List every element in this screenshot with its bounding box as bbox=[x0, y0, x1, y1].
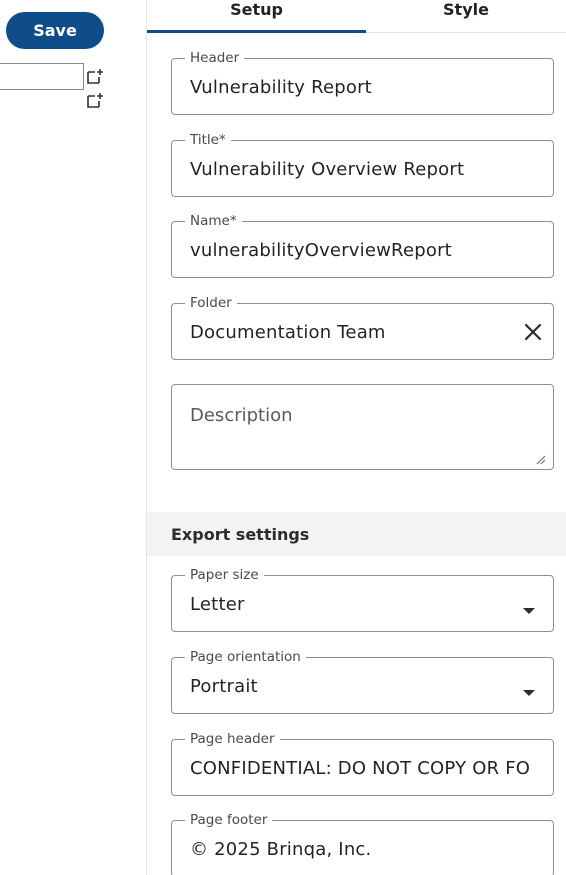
page-footer-input[interactable]: © 2025 Brinqa, Inc. bbox=[190, 838, 535, 862]
name-field[interactable]: Name* vulnerabilityOverviewReport bbox=[171, 213, 554, 278]
field-label: Paper size bbox=[185, 567, 264, 583]
tab-setup[interactable]: Setup bbox=[147, 0, 366, 33]
field-label: Page orientation bbox=[185, 649, 306, 665]
field-label: Page header bbox=[185, 731, 280, 747]
field-label: Folder bbox=[185, 295, 237, 311]
page-header-input[interactable]: CONFIDENTIAL: DO NOT COPY OR FO bbox=[190, 757, 535, 781]
tab-style[interactable]: Style bbox=[366, 0, 566, 33]
title-input[interactable]: Vulnerability Overview Report bbox=[190, 158, 535, 182]
title-field[interactable]: Title* Vulnerability Overview Report bbox=[171, 132, 554, 197]
field-label: Title* bbox=[185, 132, 231, 148]
tab-bar: Setup Style bbox=[147, 0, 566, 33]
folder-input[interactable]: Documentation Team bbox=[190, 321, 535, 345]
save-button[interactable]: Save bbox=[6, 12, 104, 49]
header-field[interactable]: Header Vulnerability Report bbox=[171, 50, 554, 115]
page-orientation-value[interactable]: Portrait bbox=[190, 675, 535, 699]
page-footer-field[interactable]: Page footer © 2025 Brinqa, Inc. bbox=[171, 812, 554, 875]
export-settings-header: Export settings bbox=[147, 512, 566, 556]
field-label: Name* bbox=[185, 213, 242, 229]
dropdown-arrow-icon[interactable] bbox=[523, 600, 535, 614]
folder-field[interactable]: Folder Documentation Team bbox=[171, 295, 554, 360]
page-header-field[interactable]: Page header CONFIDENTIAL: DO NOT COPY OR… bbox=[171, 731, 554, 796]
field-label: Page footer bbox=[185, 812, 273, 828]
left-input-box[interactable] bbox=[0, 63, 84, 90]
paper-size-select[interactable]: Paper size Letter bbox=[171, 567, 554, 632]
active-tab-indicator bbox=[147, 30, 366, 33]
header-input[interactable]: Vulnerability Report bbox=[190, 76, 535, 100]
dropdown-arrow-icon[interactable] bbox=[523, 682, 535, 696]
description-placeholder: Description bbox=[190, 405, 293, 426]
add-box-icon[interactable] bbox=[86, 91, 104, 109]
properties-panel: Setup Style Header Vulnerability Report … bbox=[147, 0, 566, 875]
page-orientation-select[interactable]: Page orientation Portrait bbox=[171, 649, 554, 714]
left-pane: Save bbox=[0, 0, 147, 875]
name-input[interactable]: vulnerabilityOverviewReport bbox=[190, 239, 535, 263]
description-field[interactable]: Description bbox=[171, 384, 554, 470]
clear-icon[interactable] bbox=[522, 321, 544, 343]
resize-handle-icon[interactable] bbox=[534, 450, 546, 465]
paper-size-value[interactable]: Letter bbox=[190, 593, 535, 617]
field-label: Header bbox=[185, 50, 245, 66]
add-box-icon[interactable] bbox=[86, 67, 104, 85]
